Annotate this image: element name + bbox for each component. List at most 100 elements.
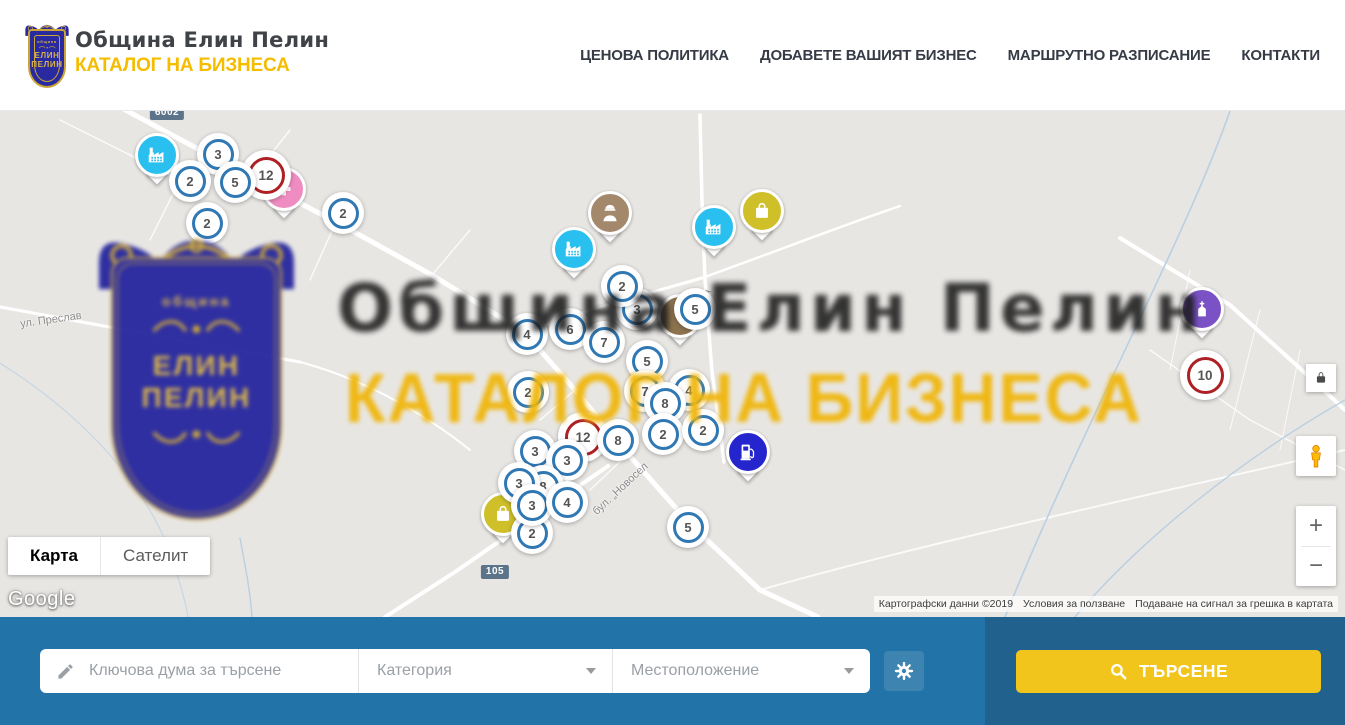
cluster-marker[interactable]: 2 bbox=[682, 409, 724, 451]
google-logo[interactable]: Google bbox=[8, 588, 76, 611]
keyword-input[interactable] bbox=[87, 661, 358, 681]
cluster-count: 3 bbox=[528, 498, 535, 513]
cluster-count: 2 bbox=[528, 526, 535, 541]
search-pill: Категория Местоположение bbox=[40, 649, 870, 693]
cluster-marker[interactable]: 2 bbox=[507, 371, 549, 413]
cluster-count: 2 bbox=[618, 279, 625, 294]
lock-button[interactable] bbox=[1306, 364, 1336, 392]
cluster-marker[interactable]: 2 bbox=[169, 160, 211, 202]
cluster-ring: 2 bbox=[607, 271, 638, 302]
cluster-ring: 5 bbox=[220, 167, 251, 198]
zoom-out-button[interactable]: − bbox=[1296, 547, 1336, 587]
cluster-count: 7 bbox=[600, 335, 607, 350]
cluster-ring: 8 bbox=[603, 425, 634, 456]
cluster-ring: 2 bbox=[328, 198, 359, 229]
site-title: Община Елин Пелин bbox=[75, 28, 329, 52]
cluster-ring: 3 bbox=[517, 490, 548, 521]
cluster-count: 10 bbox=[1197, 368, 1212, 383]
main-navigation: ЦЕНОВА ПОЛИТИКА ДОБАВЕТЕ ВАШИЯТ БИЗНЕС М… bbox=[580, 0, 1320, 110]
pegman-button[interactable] bbox=[1296, 436, 1336, 476]
pegman-icon bbox=[1305, 443, 1327, 469]
cluster-count: 5 bbox=[643, 354, 650, 369]
chevron-down-icon bbox=[586, 668, 596, 674]
crest-town-label: община bbox=[37, 39, 57, 44]
church-icon bbox=[1180, 287, 1224, 331]
cluster-ring: 7 bbox=[589, 327, 620, 358]
factory-icon bbox=[552, 227, 596, 271]
cluster-marker[interactable]: 8 bbox=[597, 419, 639, 461]
cluster-marker[interactable]: 10 bbox=[1180, 350, 1230, 400]
fuel-icon bbox=[726, 430, 770, 474]
cluster-count: 2 bbox=[339, 206, 346, 221]
cluster-count: 8 bbox=[614, 433, 621, 448]
shopping-bag-icon bbox=[740, 189, 784, 233]
cluster-marker[interactable]: 2 bbox=[601, 265, 643, 307]
cluster-count: 6 bbox=[566, 322, 573, 337]
cluster-ring: 10 bbox=[1187, 357, 1224, 394]
cluster-count: 4 bbox=[563, 495, 570, 510]
site-logo[interactable]: община ЕЛИН ПЕЛИН bbox=[22, 20, 72, 88]
cluster-marker[interactable]: 4 bbox=[546, 481, 588, 523]
cluster-count: 2 bbox=[524, 385, 531, 400]
chevron-down-icon bbox=[844, 668, 854, 674]
pencil-icon bbox=[56, 662, 75, 681]
terms-link[interactable]: Условия за ползване bbox=[1023, 598, 1125, 610]
nav-route-schedule[interactable]: МАРШРУТНО РАЗПИСАНИЕ bbox=[1008, 47, 1211, 64]
cluster-ring: 2 bbox=[192, 208, 223, 239]
nav-contacts[interactable]: КОНТАКТИ bbox=[1241, 47, 1320, 64]
factory-pin[interactable] bbox=[552, 227, 596, 279]
crest-name-line2: ПЕЛИН bbox=[31, 60, 62, 69]
cluster-count: 2 bbox=[203, 216, 210, 231]
cluster-ring: 4 bbox=[512, 319, 543, 350]
nav-pricing-policy[interactable]: ЦЕНОВА ПОЛИТИКА bbox=[580, 47, 729, 64]
search-bar: Категория Местоположение ТЪРСЕНЕ bbox=[0, 617, 1345, 725]
cluster-marker[interactable]: 2 bbox=[642, 413, 684, 455]
cluster-marker[interactable]: 5 bbox=[667, 506, 709, 548]
zoom-control: + − bbox=[1296, 506, 1336, 586]
satellite-type-button[interactable]: Сателит bbox=[101, 537, 210, 575]
cluster-ring: 2 bbox=[648, 419, 679, 450]
search-button-label: ТЪРСЕНЕ bbox=[1139, 661, 1228, 682]
church-pin[interactable] bbox=[1180, 287, 1224, 339]
crest-name-line1: ЕЛИН bbox=[34, 51, 59, 60]
cluster-count: 3 bbox=[563, 453, 570, 468]
cluster-count: 3 bbox=[633, 302, 640, 317]
cluster-marker[interactable]: 2 bbox=[186, 202, 228, 244]
search-button[interactable]: ТЪРСЕНЕ bbox=[1016, 650, 1321, 693]
zoom-in-button[interactable]: + bbox=[1296, 506, 1336, 546]
cluster-marker[interactable]: 5 bbox=[674, 288, 716, 330]
shopping-bag-pin[interactable] bbox=[740, 189, 784, 241]
search-icon bbox=[1109, 662, 1128, 681]
gear-icon bbox=[893, 660, 915, 682]
report-error-link[interactable]: Подаване на сигнал за грешка в картата bbox=[1135, 598, 1333, 610]
map-type-switcher: Карта Сателит bbox=[8, 537, 210, 575]
location-select[interactable]: Местоположение bbox=[612, 649, 870, 693]
cluster-count: 3 bbox=[214, 147, 221, 162]
settings-button[interactable] bbox=[884, 651, 924, 691]
cluster-count: 8 bbox=[661, 396, 668, 411]
factory-icon bbox=[692, 205, 736, 249]
cluster-ring: 2 bbox=[175, 166, 206, 197]
category-select[interactable]: Категория bbox=[358, 649, 612, 693]
map-type-button[interactable]: Карта bbox=[8, 537, 101, 575]
crest-body: община ЕЛИН ПЕЛИН bbox=[28, 29, 66, 88]
attribution-copyright: Картографски данни ©2019 bbox=[879, 598, 1013, 610]
municipality-crest-logo: община ЕЛИН ПЕЛИН bbox=[22, 20, 72, 88]
cluster-ring: 2 bbox=[513, 377, 544, 408]
cluster-ring: 6 bbox=[555, 314, 586, 345]
cluster-count: 2 bbox=[699, 423, 706, 438]
fuel-pin[interactable] bbox=[726, 430, 770, 482]
cluster-count: 3 bbox=[531, 444, 538, 459]
cluster-count: 4 bbox=[685, 383, 692, 398]
google-map[interactable]: ул. Преславбул. „Новоселция6002105212325… bbox=[0, 110, 1345, 617]
factory-pin[interactable] bbox=[692, 205, 736, 257]
keyword-field bbox=[40, 649, 358, 693]
cluster-marker[interactable]: 7 bbox=[583, 321, 625, 363]
category-select-label: Категория bbox=[377, 662, 452, 680]
cluster-marker[interactable]: 4 bbox=[506, 313, 548, 355]
cluster-count: 5 bbox=[691, 302, 698, 317]
cluster-marker[interactable]: 5 bbox=[214, 161, 256, 203]
cluster-count: 12 bbox=[258, 168, 273, 183]
cluster-marker[interactable]: 2 bbox=[322, 192, 364, 234]
nav-add-business[interactable]: ДОБАВЕТЕ ВАШИЯТ БИЗНЕС bbox=[760, 47, 977, 64]
